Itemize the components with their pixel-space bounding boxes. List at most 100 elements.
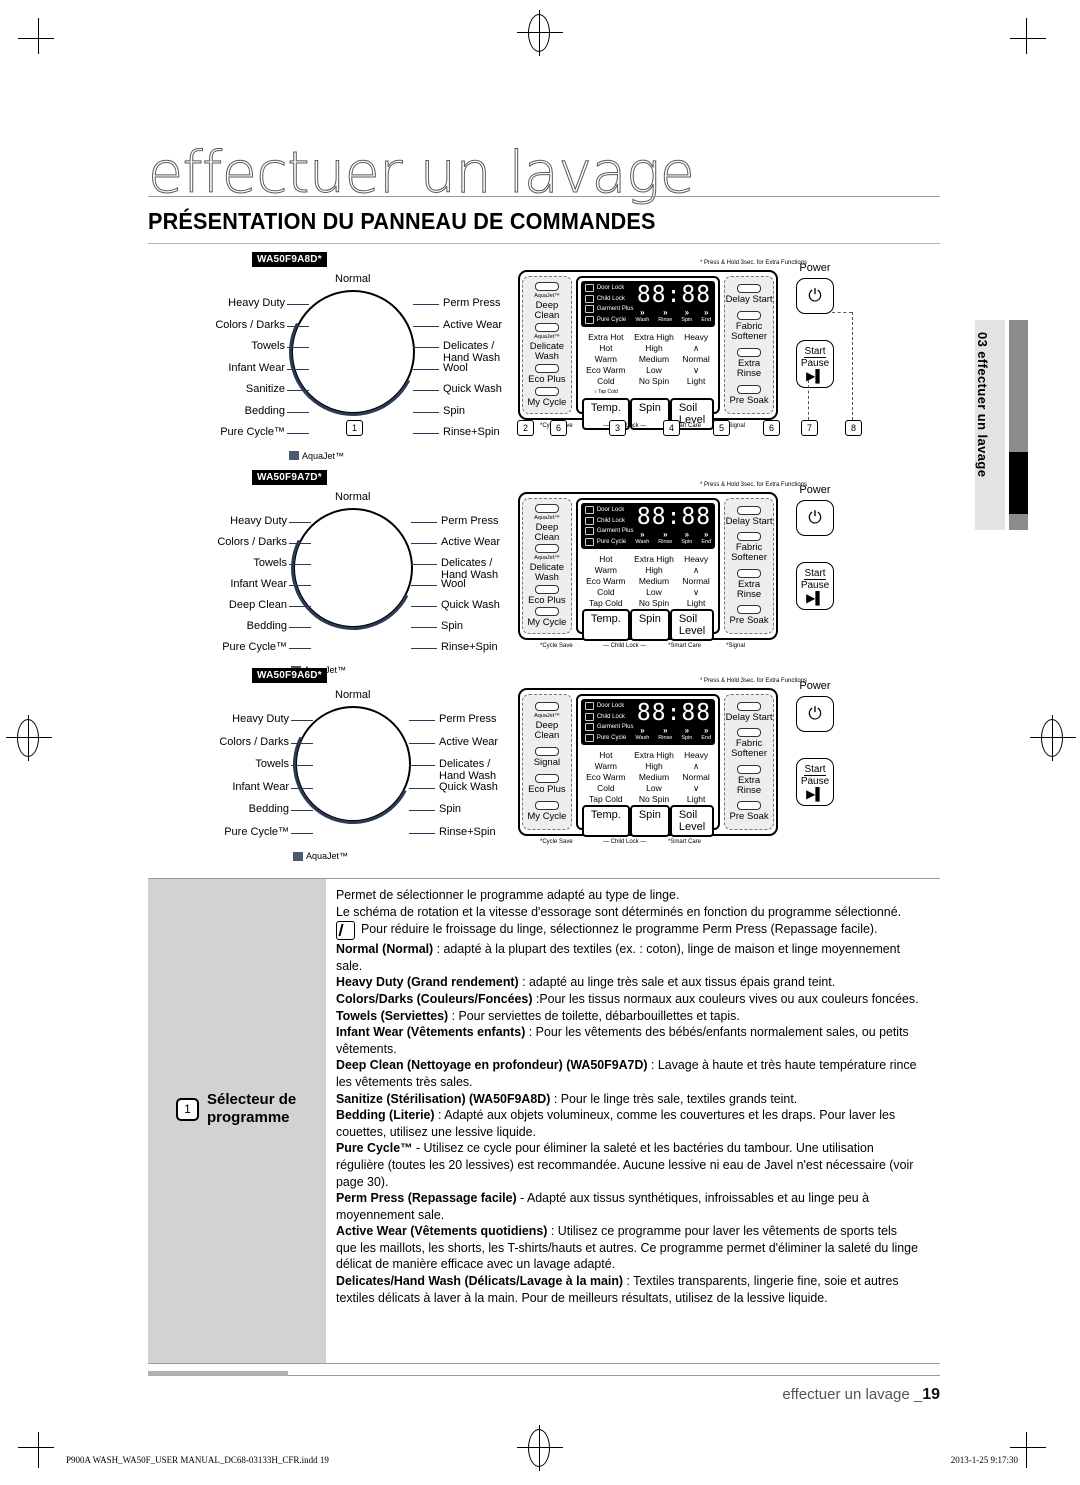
main-button[interactable]: Spin — [629, 804, 670, 837]
dial-label-left: Colors / Darks — [219, 735, 289, 748]
console-button[interactable]: Delay Start — [726, 284, 773, 305]
console-button[interactable]: Pre Soak — [730, 385, 769, 406]
button-superscript: AquaJet™ — [534, 293, 560, 299]
callout-marker: 1 — [346, 420, 363, 436]
button-label: My Cycle — [527, 397, 567, 408]
dial-label-left: Deep Clean — [228, 599, 287, 611]
console-button[interactable]: AquaJet™ Delicate Wash — [530, 323, 564, 362]
callout-number-1: 1 — [176, 1097, 199, 1121]
option-sub-value: ○ Tap Cold — [593, 388, 618, 395]
console-button[interactable]: Fabric Softener — [731, 728, 767, 759]
console-button[interactable]: AquaJet™ Deep Clean — [523, 503, 571, 543]
button-indicator — [534, 774, 559, 783]
dial-leader-line — [287, 433, 309, 434]
dial-leader-line — [409, 810, 435, 811]
console-button[interactable]: Pre Soak — [730, 605, 769, 626]
power-button[interactable]: ⏻ — [796, 696, 834, 732]
extra-functions-hint: * Press & Hold 3sec. for Extra Functions — [700, 678, 808, 684]
description-item-text: : adapté au linge très sale et aux tissu… — [518, 975, 836, 990]
power-start-column: Power ⏻ Start Pause ▶▌ — [796, 262, 834, 388]
button-label: Extra Rinse — [736, 358, 762, 379]
power-button[interactable]: ⏻ — [796, 500, 834, 536]
console-button[interactable]: Fabric Softener — [731, 532, 767, 563]
aquajet-icon — [293, 851, 303, 861]
main-button[interactable]: Soil Level — [669, 608, 715, 641]
console-button[interactable]: Extra Rinse — [725, 764, 773, 796]
power-button[interactable]: ⏻ — [796, 278, 834, 314]
dial-leader-line — [287, 304, 309, 305]
callout-marker: 6 — [763, 420, 780, 436]
button-label: Pre Soak — [729, 811, 769, 823]
console-button[interactable]: AquaJet™ Deep Clean — [523, 702, 571, 741]
console-button[interactable]: Eco Plus — [528, 584, 566, 606]
console-button[interactable]: AquaJet™ Deep Clean — [523, 282, 571, 321]
aquajet-label: AquaJet™ — [302, 450, 345, 461]
console-button[interactable]: Extra Rinse — [725, 568, 773, 600]
spin-options: Extra High High Medium Low No Spin — [634, 332, 674, 397]
button-label: My Cycle — [527, 617, 567, 629]
description-item-term: Delicates/Hand Wash (Délicats/Lavage à l… — [336, 1274, 624, 1289]
console-button[interactable]: Delay Start — [725, 505, 773, 527]
button-label: Pre Soak — [729, 395, 769, 406]
description-item: Deep Clean (Nettoyage en profondeur) (WA… — [336, 1057, 919, 1090]
dial-accent-ring — [277, 688, 429, 840]
console-button[interactable]: My Cycle — [527, 387, 566, 408]
step-arrow-icon: » — [684, 308, 690, 317]
description-item-term: Active Wear (Vêtements quotidiens) — [336, 1224, 548, 1239]
lcd-indicator: Garment Plus — [584, 305, 634, 313]
console-button[interactable]: My Cycle — [527, 607, 566, 628]
lcd-indicator-list: Door Lock Child Lock Garment Plus Pure C… — [584, 284, 634, 324]
aquajet-badge: AquaJet™ — [289, 451, 344, 461]
console-button[interactable]: Eco Plus — [528, 774, 566, 795]
button-label: Delay Start — [725, 515, 773, 527]
start-pause-button[interactable]: Start Pause ▶▌ — [796, 340, 834, 388]
dial-label-top: Normal — [335, 491, 371, 503]
garment-plus-icon — [584, 723, 594, 731]
option-value: ∧ — [692, 760, 700, 771]
crop-mark-tl-v — [18, 38, 54, 39]
start-pause-button[interactable]: Start Pause ▶▌ — [796, 758, 834, 806]
dial-leader-line — [411, 627, 437, 628]
door-lock-icon — [584, 284, 594, 292]
main-button[interactable]: Spin — [629, 608, 670, 641]
main-button[interactable]: Soil Level — [669, 804, 715, 837]
dial-leader-line — [413, 368, 439, 370]
lcd-indicator-label: Garment Plus — [596, 306, 634, 312]
description-item-term: Pure Cycle™ — [336, 1141, 413, 1156]
button-label: Extra Rinse — [736, 578, 762, 600]
lcd-display-panel: Door Lock Child Lock Garment Plus Pure C… — [580, 699, 716, 745]
button-label: Fabric Softener — [731, 738, 768, 760]
description-item: Active Wear (Vêtements quotidiens) : Uti… — [336, 1223, 919, 1273]
console-button[interactable]: Pre Soak — [730, 801, 769, 822]
dial-leader-line — [287, 390, 309, 391]
dial-leader-line — [413, 433, 439, 434]
console-button[interactable]: AquaJet™ Delicate Wash — [530, 544, 564, 583]
console-footnote: — Child Lock — — [603, 839, 647, 845]
button-indicator — [737, 311, 762, 320]
console-button[interactable]: Extra Rinse — [725, 348, 773, 379]
lcd-indicator: Garment Plus — [584, 527, 634, 535]
console-button[interactable]: My Cycle — [527, 801, 566, 822]
lcd-display-panel: Door Lock Child Lock Garment Plus Pure C… — [580, 281, 716, 327]
console-button[interactable]: Delay Start — [725, 701, 773, 723]
model-tag: WA50F9A7D* — [252, 470, 327, 485]
lcd-indicator: Child Lock — [584, 712, 634, 721]
button-label: Delay Start — [725, 711, 773, 723]
dial-leader-line — [291, 832, 313, 834]
running-footer-text: effectuer un lavage _ — [782, 1386, 923, 1403]
main-button[interactable]: Temp. — [581, 804, 630, 837]
option-value: Cold — [597, 375, 615, 386]
description-item-text: :Pour les tissus normaux aux couleurs vi… — [532, 991, 919, 1006]
crop-mark-tr-h — [1026, 18, 1027, 54]
lcd-step-label: Wash — [635, 735, 650, 741]
right-button-column: Delay Start Fabric Softener Extra Rinse P… — [724, 276, 774, 414]
start-pause-button[interactable]: Start Pause ▶▌ — [796, 562, 834, 610]
option-value: Warm — [594, 564, 617, 575]
button-indicator — [737, 505, 762, 515]
right-button-column: Delay Start Fabric Softener Extra Rinse P… — [724, 498, 774, 634]
console-button[interactable]: Eco Plus — [528, 364, 566, 385]
main-button[interactable]: Temp. — [581, 608, 630, 641]
console-button[interactable]: Signal — [534, 747, 560, 768]
door-lock-icon — [584, 702, 594, 710]
console-button[interactable]: Fabric Softener — [731, 311, 767, 342]
